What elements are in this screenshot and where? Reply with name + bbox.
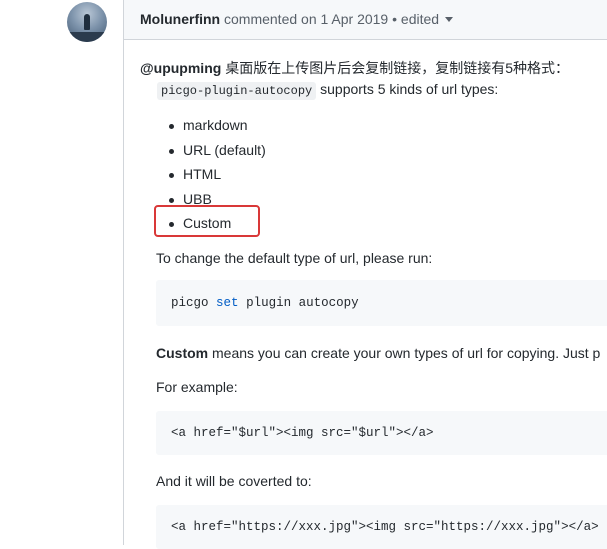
custom-highlight-box (154, 205, 260, 237)
plugin-line: picgo-plugin-autocopy supports 5 kinds o… (157, 81, 499, 100)
edited-dropdown[interactable]: edited (400, 11, 454, 27)
plugin-name-code: picgo-plugin-autocopy (157, 82, 317, 100)
list-item: HTML (168, 162, 266, 187)
cmd-keyword: set (216, 296, 239, 310)
comment-action: commented on 1 Apr 2019 (224, 11, 389, 27)
comment-header: Molunerfinn commented on 1 Apr 2019 • ed… (124, 0, 607, 40)
list-item: URL (default) (168, 138, 266, 163)
avatar-figure (84, 14, 90, 30)
chinese-description: 桌面版在上传图片后会复制链接，复制链接有5种格式： (225, 60, 569, 76)
converted-text: And it will be coverted to: (156, 473, 312, 489)
cmd-prefix: picgo (171, 296, 209, 310)
supports-text: supports 5 kinds of url types: (320, 81, 499, 97)
change-default-text: To change the default type of url, pleas… (156, 250, 433, 266)
list-item: markdown (168, 113, 266, 138)
custom-description-line: Custom means you can create your own typ… (156, 345, 600, 361)
user-mention[interactable]: @upupming (140, 60, 221, 76)
edited-label: edited (400, 11, 440, 27)
example-code: <a href="$url"><img src="$url"></a> (171, 426, 434, 440)
comment-header-text: Molunerfinn commented on 1 Apr 2019 • ed… (140, 11, 454, 27)
command-code-block: picgo set plugin autocopy (156, 280, 607, 326)
header-separator: • (392, 11, 398, 27)
custom-bold: Custom (156, 345, 209, 361)
cmd-suffix: plugin autocopy (246, 296, 359, 310)
example-code-block: <a href="$url"><img src="$url"></a> (156, 411, 607, 455)
avatar[interactable] (67, 2, 107, 42)
mention-line: @upupming 桌面版在上传图片后会复制链接，复制链接有5种格式： (140, 58, 569, 78)
avatar-ground (67, 32, 107, 42)
for-example-text: For example: (156, 379, 238, 395)
converted-code-block: <a href="https://xxx.jpg"><img src="http… (156, 505, 607, 549)
caret-down-icon (445, 16, 454, 22)
custom-description: means you can create your own types of u… (212, 345, 601, 361)
comment-author[interactable]: Molunerfinn (140, 11, 220, 27)
converted-code: <a href="https://xxx.jpg"><img src="http… (171, 520, 599, 534)
